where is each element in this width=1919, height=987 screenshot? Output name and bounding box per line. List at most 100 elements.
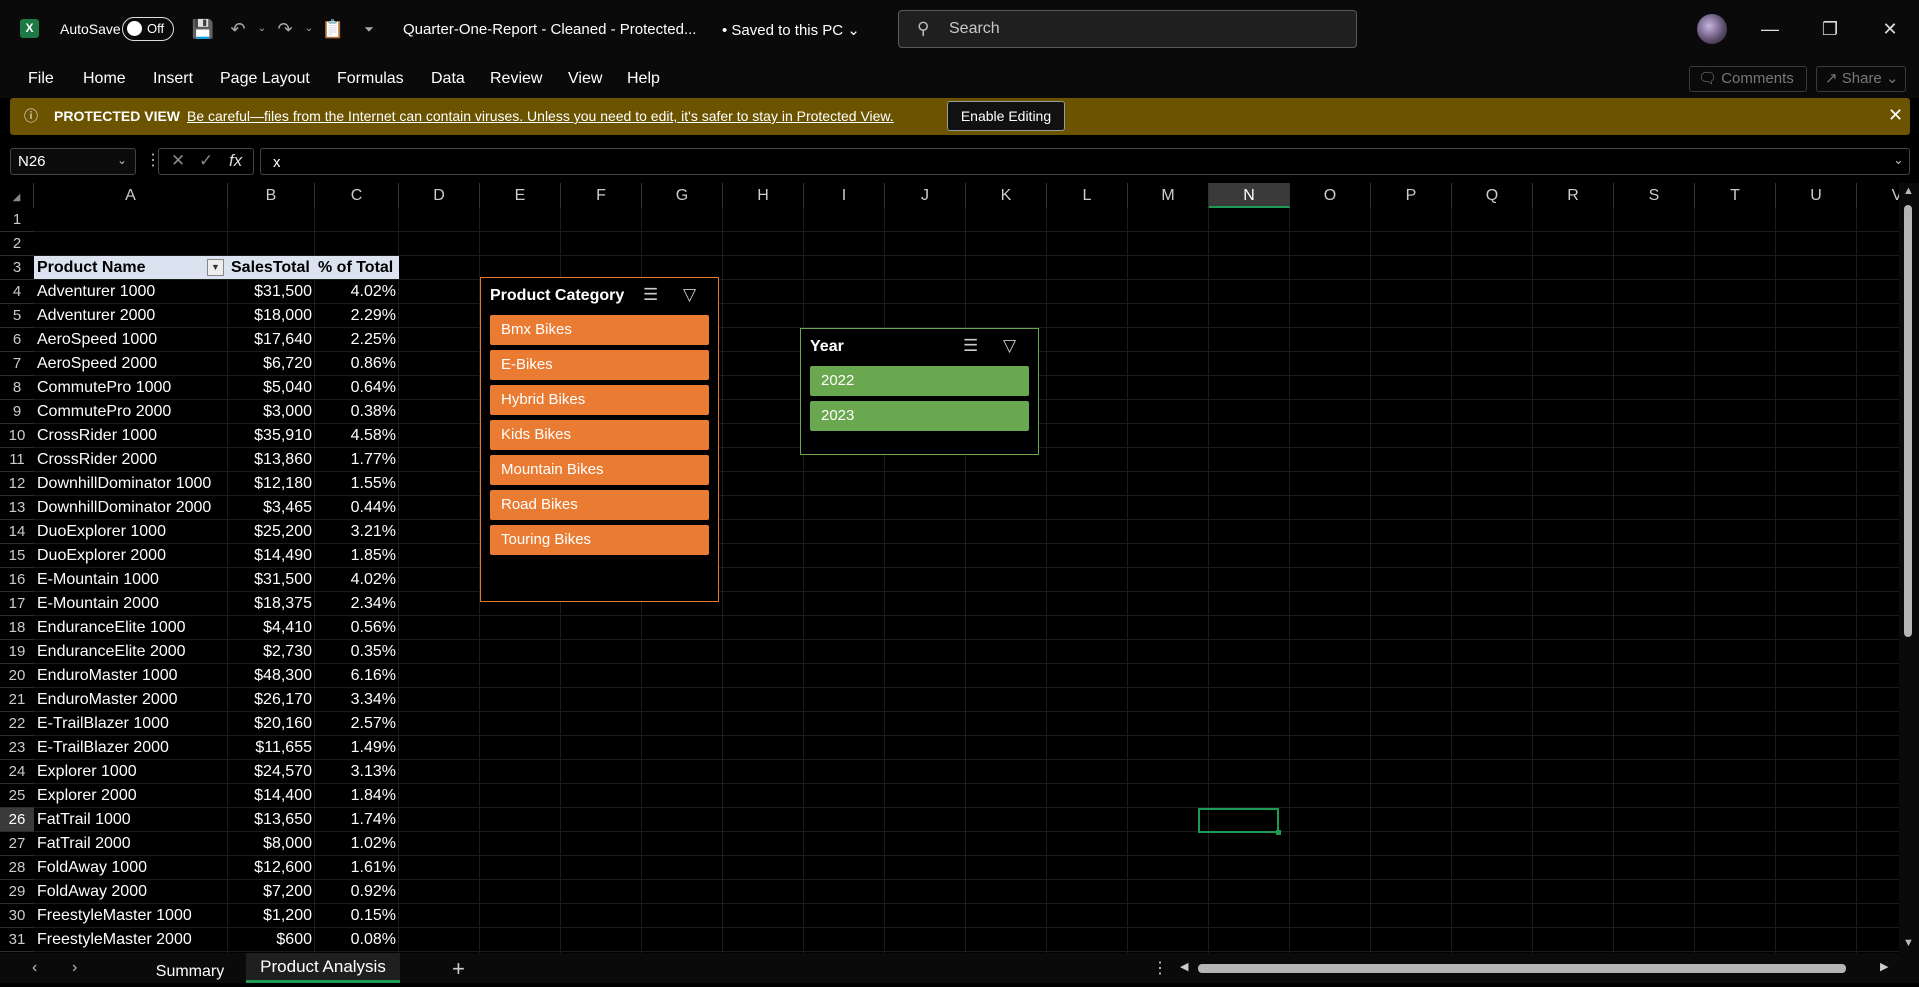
percent-total-cell[interactable]: 2.29% [318,304,396,327]
formula-input[interactable]: x ⌄ [260,148,1910,175]
sales-total-cell[interactable]: $12,180 [231,472,312,495]
sales-total-cell[interactable]: $18,000 [231,304,312,327]
column-header-e[interactable]: E [480,183,561,208]
selected-cell[interactable] [1198,808,1281,835]
product-name-cell[interactable]: Explorer 2000 [37,784,225,807]
menu-home[interactable]: Home [83,70,126,88]
document-title[interactable]: Quarter-One-Report - Cleaned - Protected… [403,21,696,38]
sales-total-cell[interactable]: $35,910 [231,424,312,447]
menu-page-layout[interactable]: Page Layout [220,70,310,88]
menu-view[interactable]: View [568,70,602,88]
column-header-a[interactable]: A [34,183,228,208]
row-header-26[interactable]: 26 [0,808,34,832]
column-header-j[interactable]: J [885,183,966,208]
slicer-item[interactable]: Hybrid Bikes [490,385,709,415]
table-header-cell[interactable]: SalesTotal [228,256,315,279]
column-header-q[interactable]: Q [1452,183,1533,208]
menu-review[interactable]: Review [490,70,542,88]
row-header-21[interactable]: 21 [0,688,34,712]
percent-total-cell[interactable]: 1.85% [318,544,396,567]
column-header-g[interactable]: G [642,183,723,208]
autosave-toggle[interactable]: Off [122,17,174,41]
sales-total-cell[interactable]: $4,410 [231,616,312,639]
percent-total-cell[interactable]: 3.34% [318,688,396,711]
row-header-5[interactable]: 5 [0,304,34,328]
column-header-m[interactable]: M [1128,183,1209,208]
slicer-item[interactable]: Mountain Bikes [490,455,709,485]
column-header-h[interactable]: H [723,183,804,208]
sales-total-cell[interactable]: $7,200 [231,880,312,903]
slicer-item[interactable]: E-Bikes [490,350,709,380]
product-name-cell[interactable]: DownhillDominator 2000 [37,496,225,519]
sales-total-cell[interactable]: $8,000 [231,832,312,855]
percent-total-cell[interactable]: 1.61% [318,856,396,879]
row-header-28[interactable]: 28 [0,856,34,880]
product-name-cell[interactable]: EnduranceElite 1000 [37,616,225,639]
check-icon[interactable]: ✓ [199,151,213,171]
row-header-18[interactable]: 18 [0,616,34,640]
row-header-15[interactable]: 15 [0,544,34,568]
sales-total-cell[interactable]: $26,170 [231,688,312,711]
row-header-27[interactable]: 27 [0,832,34,856]
row-header-19[interactable]: 19 [0,640,34,664]
column-header-i[interactable]: I [804,183,885,208]
enable-editing-button[interactable]: Enable Editing [947,101,1065,131]
cancel-icon[interactable]: ✕ [171,151,185,171]
sales-total-cell[interactable]: $17,640 [231,328,312,351]
product-name-cell[interactable]: FreestyleMaster 1000 [37,904,225,927]
sales-total-cell[interactable]: $18,375 [231,592,312,615]
sales-total-cell[interactable]: $3,465 [231,496,312,519]
percent-total-cell[interactable]: 0.44% [318,496,396,519]
protected-view-message[interactable]: Be careful—files from the Internet can c… [187,108,894,124]
column-header-d[interactable]: D [399,183,480,208]
sales-total-cell[interactable]: $24,570 [231,760,312,783]
sales-total-cell[interactable]: $600 [231,928,312,951]
product-name-cell[interactable]: E-TrailBlazer 2000 [37,736,225,759]
column-header-b[interactable]: B [228,183,315,208]
percent-total-cell[interactable]: 2.25% [318,328,396,351]
product-name-cell[interactable]: AeroSpeed 2000 [37,352,225,375]
save-icon[interactable]: 💾 [190,16,216,42]
name-box[interactable]: N26 ⌄ [10,148,136,175]
product-name-cell[interactable]: EnduranceElite 2000 [37,640,225,663]
percent-total-cell[interactable]: 2.57% [318,712,396,735]
save-status[interactable]: • Saved to this PC ⌄ [722,21,860,39]
sales-total-cell[interactable]: $12,600 [231,856,312,879]
clear-filter-icon[interactable]: ▽ [1003,336,1016,356]
sales-total-cell[interactable]: $3,000 [231,400,312,423]
spreadsheet-grid[interactable]: A B C D E F G H I J K L M N O P Q R S T U V ◢ 1 2 3 4 5 6 7 8 9 10 11 12 1… [0,183,1899,953]
function-icon[interactable]: fx [229,151,242,171]
scroll-left-icon[interactable]: ◀ [1180,960,1188,973]
product-name-cell[interactable]: Adventurer 1000 [37,280,225,303]
row-header-31[interactable]: 31 [0,928,34,952]
search-box[interactable]: ⚲ Search [898,10,1357,48]
sales-total-cell[interactable]: $5,040 [231,376,312,399]
product-name-cell[interactable]: CrossRider 1000 [37,424,225,447]
percent-total-cell[interactable]: 0.56% [318,616,396,639]
row-header-1[interactable]: 1 [0,208,34,232]
sales-total-cell[interactable]: $48,300 [231,664,312,687]
product-name-cell[interactable]: FoldAway 2000 [37,880,225,903]
menu-help[interactable]: Help [627,70,660,88]
table-header-cell[interactable]: % of Total [315,256,399,279]
product-name-cell[interactable]: CommutePro 2000 [37,400,225,423]
percent-total-cell[interactable]: 4.58% [318,424,396,447]
comments-button[interactable]: 🗨 Comments [1689,66,1807,92]
product-name-cell[interactable]: Explorer 1000 [37,760,225,783]
percent-total-cell[interactable]: 0.86% [318,352,396,375]
filter-dropdown-icon[interactable]: ▼ [207,259,224,276]
product-category-slicer[interactable]: Product Category ☰ ▽ Bmx Bikes E-Bikes Hyb… [480,277,719,602]
row-header-22[interactable]: 22 [0,712,34,736]
menu-formulas[interactable]: Formulas [337,70,404,88]
menu-data[interactable]: Data [431,70,465,88]
product-name-cell[interactable]: E-Mountain 2000 [37,592,225,615]
percent-total-cell[interactable]: 2.34% [318,592,396,615]
row-header-20[interactable]: 20 [0,664,34,688]
avatar[interactable] [1697,14,1727,44]
column-header-n[interactable]: N [1209,183,1290,208]
column-header-o[interactable]: O [1290,183,1371,208]
product-name-cell[interactable]: Adventurer 2000 [37,304,225,327]
sales-total-cell[interactable]: $14,400 [231,784,312,807]
percent-total-cell[interactable]: 1.74% [318,808,396,831]
percent-total-cell[interactable]: 1.55% [318,472,396,495]
